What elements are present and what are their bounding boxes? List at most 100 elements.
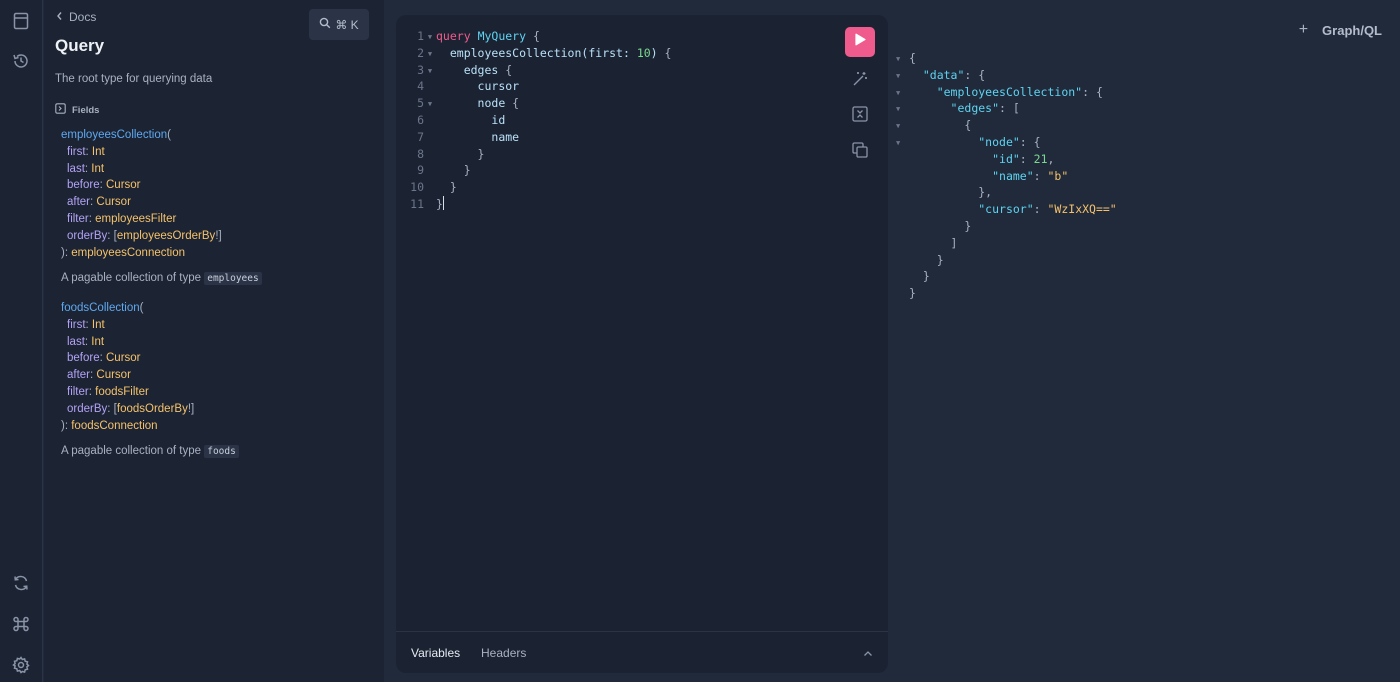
code-token: edges	[463, 62, 506, 77]
code-token: 10	[636, 45, 651, 60]
code-token: {	[505, 62, 513, 77]
fold-arrow-icon[interactable]: ▼	[896, 68, 909, 85]
response-line: ]	[896, 235, 1117, 252]
run-query-button[interactable]	[845, 27, 875, 57]
argument-name[interactable]: orderBy	[67, 230, 107, 242]
argument-name[interactable]: first	[67, 319, 86, 331]
response-line: ▼ "edges": [	[896, 100, 1117, 117]
argument-name[interactable]: first	[67, 146, 86, 158]
tab-variables[interactable]: Variables	[411, 646, 460, 660]
fold-arrow-icon[interactable]: ▼	[424, 46, 436, 63]
code-token: {	[664, 45, 672, 60]
field-entry: employeesCollection(first: Int last: Int b…	[61, 127, 222, 261]
graphiql-logo[interactable]: Graph/QL	[1322, 23, 1382, 38]
argument-type-link[interactable]: foodsOrderBy	[117, 403, 188, 415]
line-number: 8	[417, 146, 424, 161]
code-token: }	[463, 163, 471, 178]
response-line: ▼{	[896, 50, 1117, 67]
refetch-schema-icon[interactable]	[11, 573, 31, 593]
fold-arrow-icon[interactable]: ▼	[424, 63, 436, 80]
settings-icon[interactable]	[11, 655, 31, 675]
field-argument: after: Cursor	[61, 194, 222, 211]
field-argument: filter: employeesFilter	[61, 211, 222, 228]
response-line: }	[896, 252, 1117, 269]
argument-name[interactable]: after	[67, 369, 90, 381]
type-description: The root type for querying data	[55, 73, 213, 85]
argument-name[interactable]: before	[67, 179, 100, 191]
code-token: first:	[588, 45, 637, 60]
json-token: "name"	[992, 168, 1034, 183]
tab-headers[interactable]: Headers	[481, 646, 526, 660]
argument-type-link[interactable]: employeesFilter	[95, 213, 176, 225]
argument-type-link[interactable]: Int	[92, 146, 105, 158]
chevron-up-icon[interactable]	[862, 647, 874, 659]
argument-type-link[interactable]: employeesOrderBy	[117, 230, 215, 242]
type-code-chip: foods	[204, 445, 239, 458]
history-icon[interactable]	[11, 51, 31, 71]
argument-type-link[interactable]: Int	[91, 336, 104, 348]
argument-name[interactable]: filter	[67, 213, 89, 225]
fold-arrow-icon[interactable]: ▼	[896, 51, 909, 68]
shortcuts-icon[interactable]	[11, 614, 31, 634]
paren-open: (	[167, 129, 171, 141]
line-number: 1	[417, 29, 424, 43]
argument-name[interactable]: after	[67, 196, 90, 208]
json-token: }	[936, 252, 944, 267]
query-editor[interactable]: 1 ▼ query MyQuery {2 ▼ employeesCollection(…	[396, 28, 836, 213]
fold-arrow-icon[interactable]: ▼	[896, 135, 909, 152]
argument-name[interactable]: last	[67, 163, 85, 175]
argument-type-link[interactable]: Cursor	[96, 196, 131, 208]
fold-arrow-icon[interactable]: ▼	[896, 118, 909, 135]
json-token: ,	[1047, 151, 1055, 166]
return-type-link[interactable]: foodsConnection	[71, 420, 157, 432]
field-argument: before: Cursor	[61, 177, 222, 194]
json-token: }	[922, 269, 930, 284]
argument-name[interactable]: before	[67, 352, 100, 364]
add-tab-button[interactable]: +	[1299, 21, 1308, 39]
argument-type-link[interactable]: foodsFilter	[95, 386, 149, 398]
editor-tools-bar: Variables Headers	[396, 631, 888, 673]
argument-name[interactable]: filter	[67, 386, 89, 398]
json-token: "edges"	[950, 101, 1000, 116]
line-number: 2	[417, 45, 424, 60]
json-token: :	[1033, 168, 1048, 183]
json-token: },	[978, 185, 993, 200]
argument-type-link[interactable]: Int	[92, 319, 105, 331]
fold-arrow-icon[interactable]: ▼	[896, 85, 909, 102]
response-line: ▼ "employeesCollection": {	[896, 84, 1117, 101]
json-token: "b"	[1047, 168, 1069, 183]
docs-back-link[interactable]: Docs	[56, 10, 96, 24]
fields-header-label: Fields	[72, 104, 100, 116]
json-token: {	[909, 51, 916, 65]
code-line: 9 }	[396, 162, 836, 179]
response-viewer[interactable]: ▼{▼ "data": {▼ "employeesCollection": {▼…	[896, 50, 1117, 302]
search-icon	[319, 17, 331, 32]
docs-search-button[interactable]: ⌘ K	[309, 9, 369, 40]
prettify-button[interactable]	[851, 70, 869, 88]
field-name-link[interactable]: foodsCollection	[61, 302, 140, 314]
json-token: "employeesCollection"	[936, 84, 1083, 99]
field-name-link[interactable]: employeesCollection	[61, 129, 167, 141]
argument-name[interactable]: last	[67, 336, 85, 348]
argument-type-link[interactable]: Int	[91, 163, 104, 175]
merge-fragments-button[interactable]	[851, 105, 869, 123]
copy-query-button[interactable]	[851, 141, 869, 159]
argument-type-link[interactable]: Cursor	[106, 352, 141, 364]
fold-arrow-icon[interactable]: ▼	[424, 96, 436, 113]
fold-arrow-icon[interactable]: ▼	[896, 101, 909, 118]
argument-type-link[interactable]: Cursor	[106, 179, 141, 191]
argument-name[interactable]: orderBy	[67, 403, 107, 415]
return-type-link[interactable]: employeesConnection	[71, 247, 185, 259]
fold-arrow-icon[interactable]: ▼	[424, 29, 436, 46]
line-number: 7	[417, 129, 424, 144]
response-line: }	[896, 218, 1117, 235]
code-line: 1 ▼ query MyQuery {	[396, 28, 836, 45]
docs-explorer-icon[interactable]	[11, 11, 31, 31]
argument-type-link[interactable]: Cursor	[96, 369, 131, 381]
